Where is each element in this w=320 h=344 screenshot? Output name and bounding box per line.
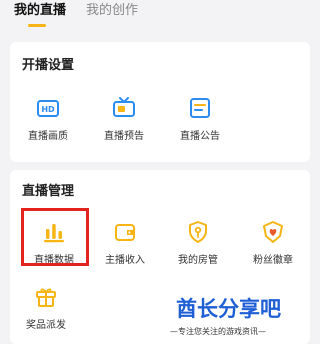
my-room-admins-label: 我的房管 bbox=[178, 255, 218, 266]
watermark-subtitle: —专注您关注的游戏资讯— bbox=[170, 327, 266, 336]
live-quality-label: 直播画质 bbox=[28, 131, 68, 142]
top-tabs: 我的直播 我的创作 bbox=[0, 0, 320, 34]
live-management-title: 直播管理 bbox=[22, 184, 75, 199]
host-income-label: 主播收入 bbox=[105, 255, 145, 266]
live-preview-label: 直播预告 bbox=[104, 131, 144, 142]
watermark-title: 酋长分享吧 bbox=[176, 297, 281, 321]
tab-my-live[interactable]: 我的直播 bbox=[14, 2, 66, 20]
watermark: 酋长分享吧 —专注您关注的游戏资讯— bbox=[166, 296, 320, 344]
shield-key-icon bbox=[189, 221, 207, 243]
svg-text:HD: HD bbox=[41, 105, 55, 114]
tv-icon bbox=[113, 97, 135, 117]
hd-icon: HD bbox=[37, 100, 59, 117]
tab-my-creations[interactable]: 我的创作 bbox=[86, 2, 138, 20]
heart-badge-icon bbox=[263, 221, 283, 243]
live-setup-title: 开播设置 bbox=[22, 58, 75, 73]
active-tab-indicator bbox=[28, 24, 46, 27]
fan-badge-label: 粉丝徽章 bbox=[253, 255, 293, 266]
wallet-icon bbox=[115, 224, 135, 241]
gift-icon bbox=[36, 288, 56, 307]
prize-distribution-label: 奖品派发 bbox=[26, 320, 66, 331]
live-announcement-label: 直播公告 bbox=[180, 131, 220, 142]
highlight-box bbox=[21, 208, 89, 266]
announcement-icon bbox=[190, 98, 210, 118]
live-setup-card: 开播设置 HD 直播画质 直播预告 直播公告 bbox=[10, 42, 310, 162]
